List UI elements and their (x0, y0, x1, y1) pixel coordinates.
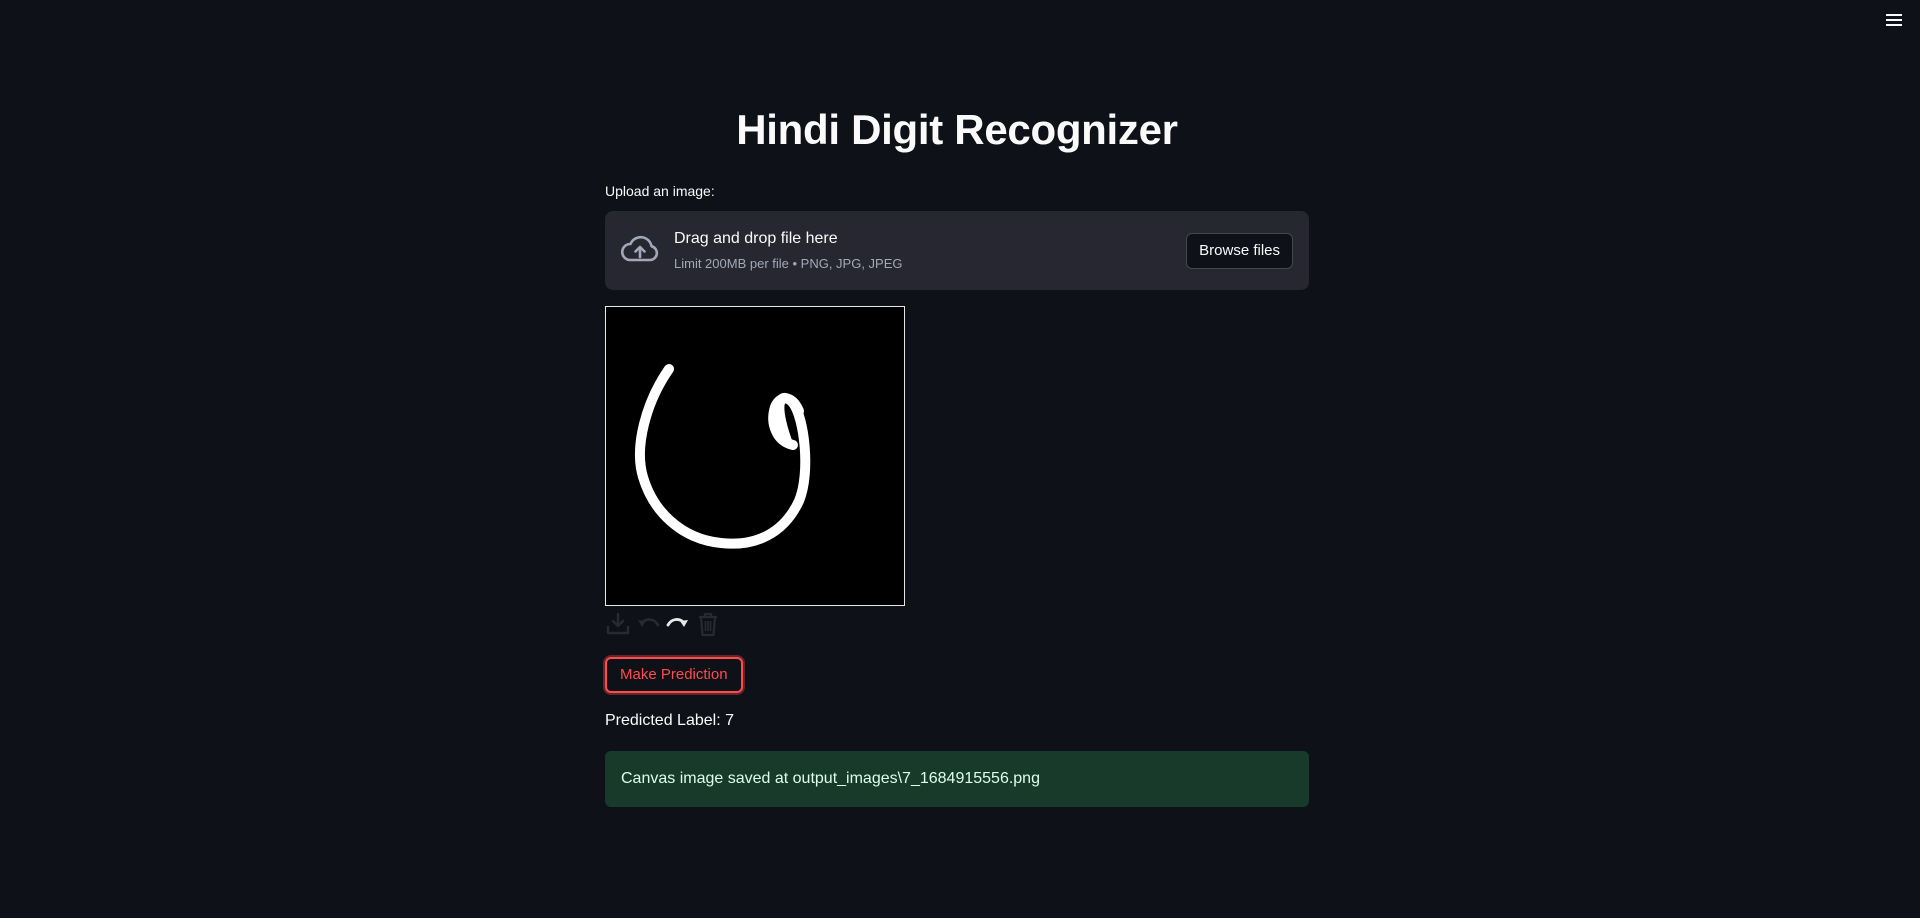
drawn-digit-stroke (635, 364, 811, 549)
canvas-toolbar (605, 611, 721, 637)
page-title: Hindi Digit Recognizer (736, 106, 1178, 153)
cloud-upload-icon (620, 235, 659, 262)
download-icon[interactable] (605, 611, 631, 637)
main-menu-button[interactable] (1882, 8, 1906, 32)
undo-icon[interactable] (635, 611, 661, 637)
file-dropzone[interactable]: Drag and drop file here Limit 200MB per … (605, 211, 1309, 290)
browse-files-button[interactable]: Browse files (1186, 233, 1293, 269)
success-alert: Canvas image saved at output_images\7_16… (605, 751, 1309, 807)
redo-icon[interactable] (665, 611, 691, 637)
drawing-canvas[interactable] (605, 306, 905, 606)
make-prediction-button[interactable]: Make Prediction (605, 657, 743, 693)
hamburger-menu-icon (1886, 14, 1902, 26)
dropzone-limits: Limit 200MB per file • PNG, JPG, JPEG (674, 256, 903, 271)
predicted-label-text: Predicted Label: 7 (605, 712, 734, 729)
dropzone-title: Drag and drop file here (674, 230, 838, 247)
upload-label: Upload an image: (605, 183, 715, 199)
trash-icon[interactable] (695, 611, 721, 637)
